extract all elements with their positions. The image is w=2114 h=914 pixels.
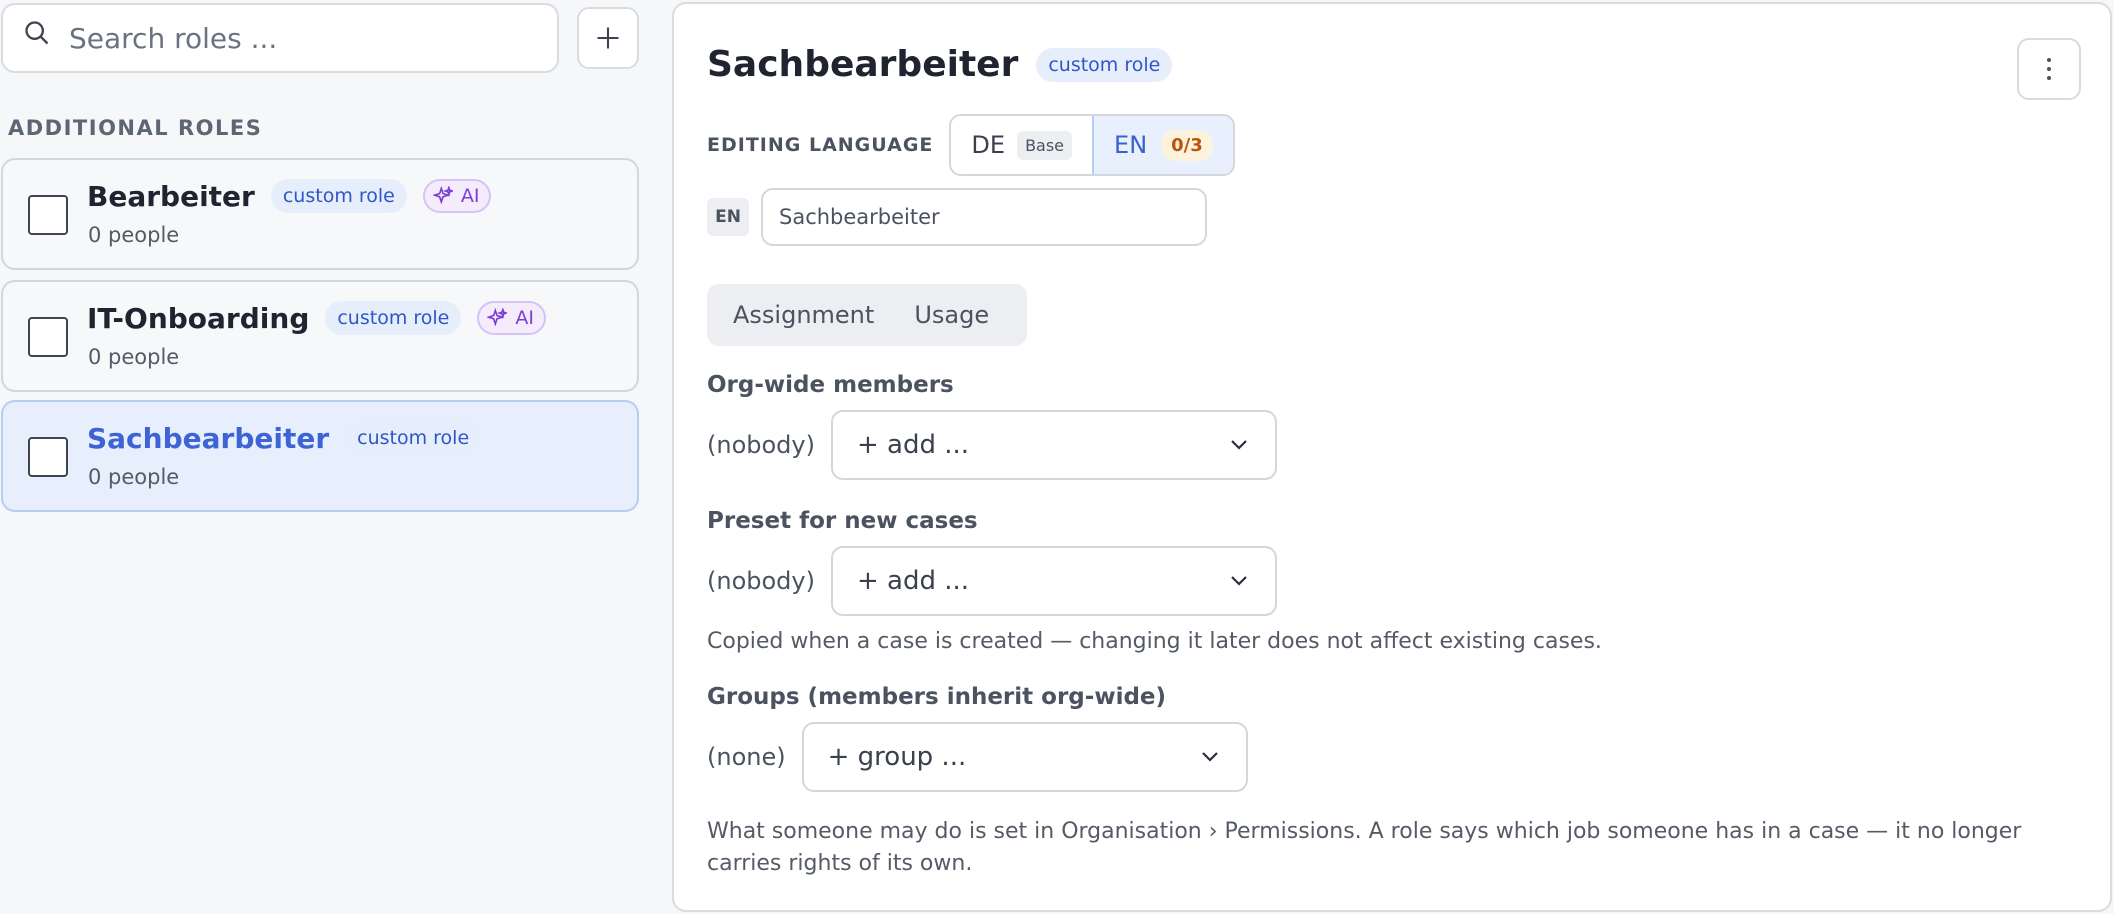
custom-role-badge: custom role — [345, 421, 482, 455]
ai-badge-label: AI — [460, 185, 480, 207]
name-language-tag: EN — [707, 198, 749, 236]
org-wide-members-label: Org-wide members — [707, 372, 954, 398]
kebab-icon — [2047, 58, 2051, 80]
custom-role-badge: custom role — [325, 301, 462, 335]
role-checkbox[interactable] — [28, 195, 68, 235]
sparkle-icon — [432, 186, 453, 205]
role-card-bearbeiter[interactable]: Bearbeiter custom role AI 0 people — [1, 158, 639, 270]
role-name: IT-Onboarding — [87, 301, 310, 335]
language-code: DE — [971, 131, 1006, 159]
tab-usage[interactable]: Usage — [902, 293, 1001, 337]
ai-badge: AI — [477, 301, 546, 335]
permissions-note: What someone may do is set in Organisati… — [707, 819, 2022, 876]
preset-help-text: Copied when a case is created — changing… — [707, 629, 1602, 654]
preset-add-dropdown[interactable]: + add ... — [830, 546, 1277, 616]
groups-label: Groups (members inherit org-wide) — [707, 684, 1167, 710]
chevron-down-icon — [1201, 752, 1218, 762]
plus-icon — [597, 27, 619, 49]
ai-badge: AI — [422, 179, 492, 213]
chevron-down-icon — [1231, 440, 1247, 450]
role-card-sachbearbeiter[interactable]: Sachbearbeiter custom role 0 people — [1, 400, 639, 512]
role-title: Sachbearbeiter — [707, 44, 1019, 85]
language-code: EN — [1114, 131, 1148, 159]
role-name-input[interactable] — [761, 188, 1207, 246]
groups-empty-text: (none) — [707, 743, 786, 771]
role-people-count: 0 people — [88, 465, 180, 489]
dropdown-label: + add ... — [856, 430, 970, 460]
editing-language-label: EDITING LANGUAGE — [707, 134, 934, 156]
sparkle-icon — [487, 308, 508, 327]
role-name: Bearbeiter — [87, 179, 255, 213]
dropdown-label: + group ... — [827, 742, 967, 772]
groups-add-dropdown[interactable]: + group ... — [801, 722, 1248, 792]
custom-role-badge: custom role — [1036, 47, 1173, 82]
search-icon — [25, 21, 49, 45]
language-option-en[interactable]: EN 0/3 — [1092, 116, 1233, 174]
custom-role-badge: custom role — [270, 179, 407, 213]
more-options-button[interactable] — [2017, 38, 2081, 100]
preset-label: Preset for new cases — [707, 508, 978, 534]
role-name: Sachbearbeiter — [87, 421, 330, 455]
ai-badge-label: AI — [515, 307, 534, 329]
role-checkbox[interactable] — [28, 317, 68, 357]
role-checkbox[interactable] — [28, 437, 68, 477]
org-wide-add-dropdown[interactable]: + add ... — [830, 410, 1277, 480]
role-people-count: 0 people — [88, 223, 180, 247]
language-switch: DE Base EN 0/3 — [949, 114, 1235, 176]
role-people-count: 0 people — [88, 345, 180, 369]
role-detail-panel: Sachbearbeiter custom role EDITING LANGU… — [672, 2, 2112, 912]
search-input[interactable] — [69, 21, 549, 55]
preset-empty-text: (nobody) — [707, 567, 815, 595]
base-badge: Base — [1017, 130, 1073, 160]
role-card-it-onboarding[interactable]: IT-Onboarding custom role AI 0 people — [1, 280, 639, 392]
org-wide-empty-text: (nobody) — [707, 431, 815, 459]
detail-tabs: Assignment Usage — [707, 284, 1027, 346]
translation-count-badge: 0/3 — [1161, 129, 1213, 161]
section-label: ADDITIONAL ROLES — [8, 116, 263, 140]
dropdown-label: + add ... — [856, 566, 970, 596]
chevron-down-icon — [1231, 576, 1247, 586]
add-role-button[interactable] — [577, 7, 639, 69]
search-box[interactable] — [1, 3, 559, 73]
tab-assignment[interactable]: Assignment — [721, 293, 886, 337]
language-option-de[interactable]: DE Base — [951, 116, 1093, 174]
roles-sidebar: ADDITIONAL ROLES Bearbeiter custom role … — [0, 0, 660, 914]
